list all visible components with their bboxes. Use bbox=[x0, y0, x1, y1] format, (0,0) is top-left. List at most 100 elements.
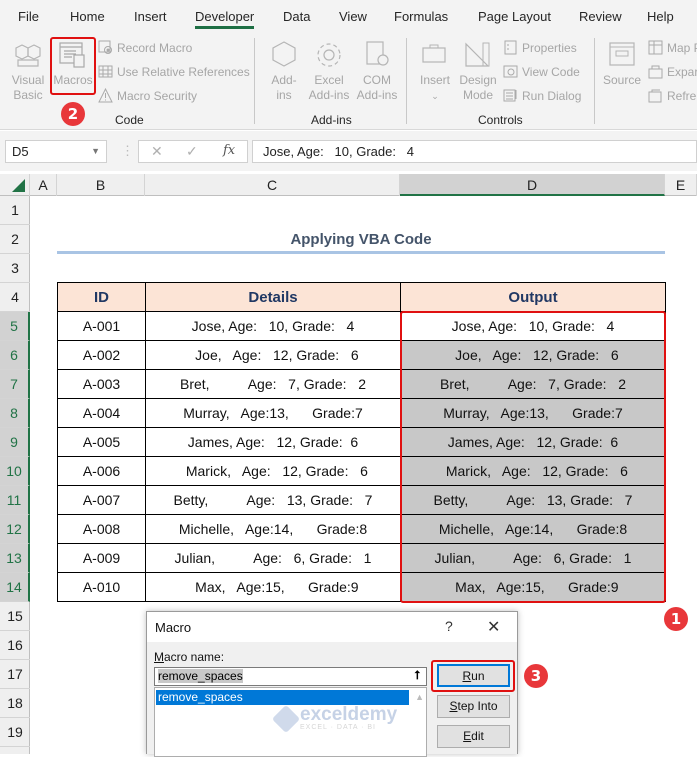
row-header[interactable]: 10 bbox=[0, 457, 30, 486]
cell-id[interactable]: A-001 bbox=[57, 311, 146, 341]
com-addins-icon bbox=[366, 41, 389, 66]
tab-developer[interactable]: Developer bbox=[195, 9, 255, 29]
row-header[interactable]: 16 bbox=[0, 631, 30, 660]
formula-bar-grip-icon[interactable]: ⋮ bbox=[121, 143, 134, 159]
enter-icon[interactable]: ✓ bbox=[186, 143, 198, 160]
row-header[interactable]: 7 bbox=[0, 370, 30, 399]
design-mode-button[interactable]: Design Mode bbox=[458, 40, 498, 103]
cell-id[interactable]: A-002 bbox=[57, 340, 146, 370]
row-header[interactable]: 17 bbox=[0, 660, 30, 689]
formula-input[interactable]: Jose, Age: 10, Grade: 4 bbox=[252, 140, 697, 163]
row-header[interactable]: 1 bbox=[0, 196, 30, 225]
map-properties-button[interactable]: Map P bbox=[648, 40, 697, 55]
tab-help[interactable]: Help bbox=[647, 9, 674, 24]
source-button[interactable]: Source bbox=[602, 40, 642, 88]
cell-id[interactable]: A-003 bbox=[57, 369, 146, 399]
cell-id[interactable]: A-004 bbox=[57, 398, 146, 428]
row-header[interactable]: 14 bbox=[0, 573, 30, 602]
record-macro-button[interactable]: Record Macro bbox=[98, 40, 192, 55]
row-header[interactable]: 9 bbox=[0, 428, 30, 457]
cell-details[interactable]: Marick, Age: 12, Grade: 6 bbox=[145, 456, 401, 486]
tab-file[interactable]: File bbox=[18, 9, 39, 24]
row-header[interactable]: 13 bbox=[0, 544, 30, 573]
design-mode-label: Design Mode bbox=[459, 73, 497, 102]
use-relative-references-button[interactable]: Use Relative References bbox=[98, 64, 250, 79]
row-header[interactable]: 5 bbox=[0, 312, 30, 341]
tab-view[interactable]: View bbox=[339, 9, 367, 24]
edit-button[interactable]: Edit bbox=[437, 725, 510, 748]
cell-details[interactable]: Betty, Age: 13, Grade: 7 bbox=[145, 485, 401, 515]
scroll-up-icon[interactable]: ▲ bbox=[415, 692, 424, 702]
com-addins-label: COM Add-ins bbox=[356, 73, 398, 102]
refresh-data-button[interactable]: Refre bbox=[648, 88, 696, 103]
help-button[interactable]: ? bbox=[445, 618, 453, 634]
close-button[interactable]: ✕ bbox=[487, 617, 500, 637]
exceldemy-logo-icon bbox=[271, 704, 301, 733]
table-header-row: ID Details Output bbox=[57, 282, 666, 312]
row-header[interactable]: 12 bbox=[0, 515, 30, 544]
tab-page-layout[interactable]: Page Layout bbox=[478, 9, 551, 24]
cancel-icon[interactable]: ✕ bbox=[151, 143, 163, 160]
cell-details[interactable]: Jose, Age: 10, Grade: 4 bbox=[145, 311, 401, 341]
view-code-button[interactable]: View Code bbox=[503, 64, 580, 79]
select-all-button[interactable] bbox=[0, 174, 30, 196]
row-header[interactable]: 19 bbox=[0, 718, 30, 747]
cell-details[interactable]: Michelle, Age:14, Grade:8 bbox=[145, 514, 401, 544]
cell-id[interactable]: A-006 bbox=[57, 456, 146, 486]
header-id[interactable]: ID bbox=[57, 282, 146, 312]
cell-id[interactable]: A-010 bbox=[57, 572, 146, 602]
cell-details[interactable]: Murray, Age:13, Grade:7 bbox=[145, 398, 401, 428]
header-output[interactable]: Output bbox=[400, 282, 666, 312]
row-header[interactable]: 2 bbox=[0, 225, 30, 254]
chevron-down-icon[interactable]: ▼ bbox=[91, 146, 100, 156]
column-header-c[interactable]: C bbox=[145, 174, 400, 196]
insert-control-button[interactable]: Insert ⌄ bbox=[415, 40, 455, 104]
tab-formulas[interactable]: Formulas bbox=[394, 9, 448, 24]
macro-security-button[interactable]: Macro Security bbox=[98, 88, 197, 103]
expansion-packs-button[interactable]: Expar bbox=[648, 64, 697, 79]
cell-details[interactable]: Max, Age:15, Grade:9 bbox=[145, 572, 401, 602]
visual-basic-button[interactable]: Visual Basic bbox=[8, 40, 48, 103]
expansion-packs-label: Expar bbox=[667, 64, 697, 79]
column-header-d[interactable]: D bbox=[400, 174, 665, 196]
row-header[interactable]: 18 bbox=[0, 689, 30, 718]
tab-insert[interactable]: Insert bbox=[134, 9, 167, 24]
row-header[interactable]: 4 bbox=[0, 283, 30, 312]
cell-details[interactable]: Joe, Age: 12, Grade: 6 bbox=[145, 340, 401, 370]
collapse-dialog-icon[interactable]: ⭡ bbox=[409, 668, 426, 685]
dialog-title: Macro bbox=[155, 620, 192, 635]
sheet-title[interactable]: Applying VBA Code bbox=[57, 225, 665, 254]
cell-details[interactable]: Bret, Age: 7, Grade: 2 bbox=[145, 369, 401, 399]
tab-home[interactable]: Home bbox=[70, 9, 105, 24]
row-header[interactable]: 15 bbox=[0, 602, 30, 631]
tab-data[interactable]: Data bbox=[283, 9, 310, 24]
cell-details[interactable]: Julian, Age: 6, Grade: 1 bbox=[145, 543, 401, 573]
name-box[interactable]: D5 ▼ bbox=[5, 140, 107, 163]
column-header-e[interactable]: E bbox=[665, 174, 697, 196]
cell-details[interactable]: James, Age: 12, Grade: 6 bbox=[145, 427, 401, 457]
row-headers: 1 2 3 4 5 6 7 8 9 10 11 12 13 14 15 16 17 18 19 bbox=[0, 196, 30, 754]
grid-icon bbox=[98, 65, 113, 78]
cell-id[interactable]: A-005 bbox=[57, 427, 146, 457]
column-header-a[interactable]: A bbox=[30, 174, 57, 196]
column-headers: A B C D E bbox=[0, 174, 697, 196]
header-details[interactable]: Details bbox=[145, 282, 401, 312]
column-header-b[interactable]: B bbox=[57, 174, 145, 196]
macro-name-input[interactable]: remove_spaces bbox=[154, 667, 427, 686]
cell-id[interactable]: A-009 bbox=[57, 543, 146, 573]
row-header[interactable]: 11 bbox=[0, 486, 30, 515]
row-header[interactable]: 3 bbox=[0, 254, 30, 283]
cell-id[interactable]: A-007 bbox=[57, 485, 146, 515]
excel-addins-button[interactable]: Excel Add-ins bbox=[306, 40, 352, 103]
tab-review[interactable]: Review bbox=[579, 9, 622, 24]
step-into-button[interactable]: Step Into bbox=[437, 695, 510, 718]
run-dialog-button[interactable]: Run Dialog bbox=[503, 88, 581, 103]
addins-button[interactable]: Add-ins bbox=[264, 40, 304, 103]
insert-function-icon[interactable]: fx bbox=[223, 143, 235, 158]
row-header[interactable]: 8 bbox=[0, 399, 30, 428]
row-header[interactable]: 6 bbox=[0, 341, 30, 370]
cell-id[interactable]: A-008 bbox=[57, 514, 146, 544]
macro-list-item[interactable]: remove_spaces bbox=[156, 690, 409, 705]
com-addins-button[interactable]: COM Add-ins bbox=[354, 40, 400, 103]
properties-button[interactable]: Properties bbox=[503, 40, 577, 55]
